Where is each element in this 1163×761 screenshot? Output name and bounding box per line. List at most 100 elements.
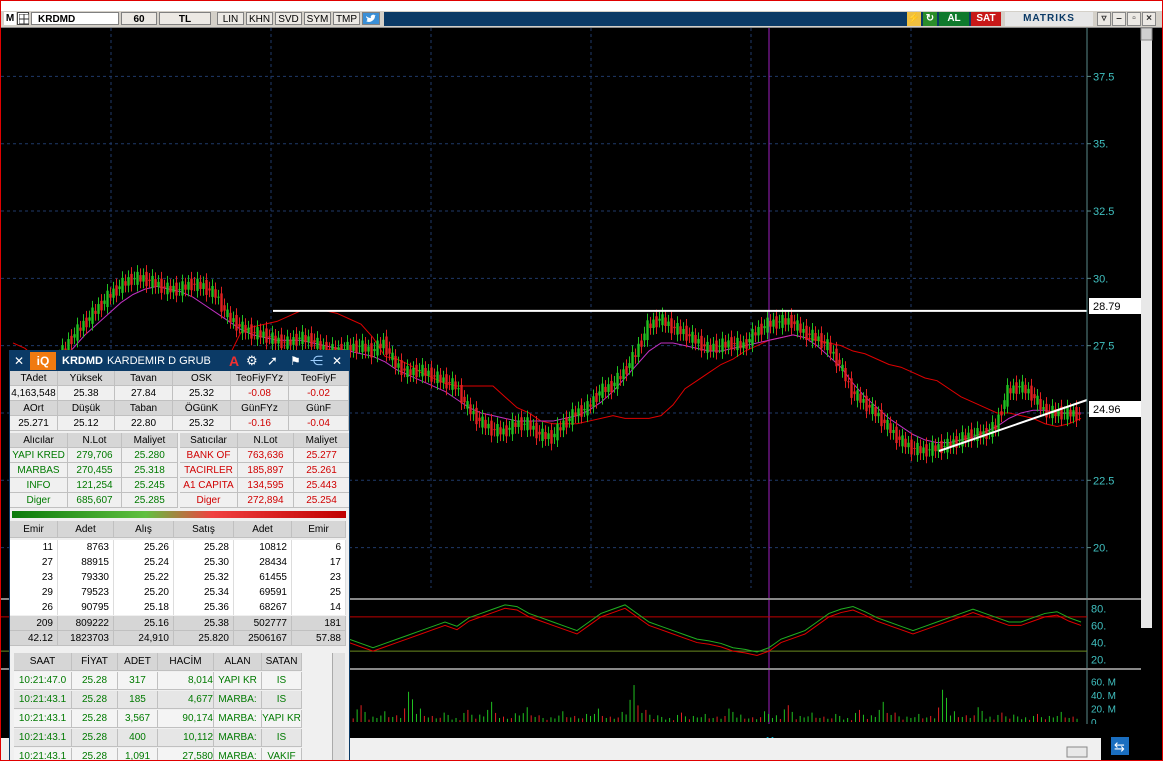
candle-body [388,348,391,354]
stat-header: Yüksek [58,371,115,386]
close-icon[interactable]: × [1142,12,1156,26]
share-icon[interactable]: ⋲ [310,353,323,369]
vertical-scrollbar[interactable] [1141,28,1152,628]
candle-body [943,445,946,447]
candle-body [706,341,709,353]
dropdown-icon[interactable]: ▿ [1097,12,1111,26]
candle-body [793,321,796,325]
gear-icon[interactable]: ⚙ [246,353,258,369]
flag-icon[interactable]: ⚑ [290,354,301,368]
candle-body [469,404,472,415]
candle-body [250,324,253,339]
candle-body [1018,386,1021,388]
alert-icon[interactable]: A [229,353,239,369]
candle-body [547,433,550,440]
sell-button[interactable]: SAT [971,12,1001,26]
candle-body [94,310,97,314]
trade-cell: IS [262,729,302,747]
osc-tick-label: 60. [1091,620,1106,632]
osc-tick-label: 40. [1091,638,1106,650]
minimize-icon[interactable]: – [1112,12,1126,26]
osc-tick-label: 80. [1091,603,1106,615]
candle-body [829,342,832,354]
candle-body [418,369,421,371]
tool-khn-button[interactable]: KHN [246,12,273,25]
candle-body [760,323,763,335]
candle-body [256,327,259,340]
trades-header: HACİM [158,653,214,671]
tool-svd-button[interactable]: SVD [275,12,302,25]
trade-cell: MARBA: [214,691,262,709]
candle-body [700,335,703,351]
candle-body [442,377,445,383]
depth-cell: 14 [292,600,346,615]
candle-body [1069,409,1072,417]
candle-body [586,401,589,416]
panel-close-icon[interactable]: ✕ [14,354,24,368]
candle-body [1012,385,1015,394]
candle-body [673,326,676,329]
candle-body [889,423,892,434]
candle-body [541,428,544,441]
candle-body [544,431,547,440]
candle-body [376,340,379,356]
candle-body [73,334,76,338]
tool-tmp-button[interactable]: TMP [333,12,360,25]
tool-lin-button[interactable]: LIN [217,12,244,25]
candle-body [904,438,907,448]
trade-cell: MARBA: [214,729,262,747]
buyer-cell: 25.285 [122,493,178,508]
currency-select[interactable]: TL [159,12,211,25]
scroll-up-arrow[interactable] [1140,27,1153,41]
stat-value: 27.84 [115,386,173,401]
refresh-icon[interactable]: ↻ [923,12,937,26]
symbol-input[interactable]: KRDMD [31,12,119,25]
depth-header: Emir [292,521,346,538]
candle-body [79,327,82,331]
depth-cell: 69591 [234,585,292,600]
candle-body [394,355,397,368]
trades-scrollbar[interactable] [332,653,345,760]
candle-body [352,343,355,351]
scroll-right-arrow[interactable] [1066,746,1088,758]
seller-cell: 272,894 [238,493,294,508]
candle-body [727,340,730,348]
candle-body [175,282,178,296]
candle-body [841,364,844,371]
candle-body [640,340,643,347]
twitter-icon[interactable] [362,12,380,25]
candle-body [97,304,100,314]
stat-header: GünF [289,401,349,416]
candle-body [991,421,994,437]
candle-body [208,288,211,291]
period-select[interactable]: 60 [121,12,157,25]
maximize-icon[interactable]: ▫ [1127,12,1141,26]
lightning-icon[interactable]: ⚡ [907,12,921,26]
candle-body [316,337,319,349]
trades-header: SAAT [14,653,72,671]
candle-body [868,404,871,408]
candle-body [382,339,385,349]
stat-header: Tavan [115,371,173,386]
candle-body [133,278,136,280]
panel-close-right-icon[interactable]: ✕ [332,354,342,368]
stock-info-panel[interactable]: ✕ iQ KRDMD KARDEMIR D GRUB A ⚙ ➚ ⚑ ⋲ ✕ TA… [9,350,350,760]
candle-body [1039,398,1042,410]
candle-body [595,393,598,402]
candle-body [850,378,853,398]
candle-body [571,409,574,425]
candle-body [871,403,874,415]
candle-body [103,300,106,304]
candle-body [736,337,739,351]
candle-body [718,345,721,347]
candle-body [451,378,454,390]
tool-sym-button[interactable]: SYM [304,12,331,25]
candle-body [1021,381,1024,393]
candle-body [607,384,610,392]
candle-body [370,343,373,358]
buy-button[interactable]: AL [939,12,969,26]
signal-icon[interactable]: ➚ [267,353,278,369]
candle-body [775,316,778,329]
buyers-header: Alıcılar [10,433,68,448]
seller-cell: A1 CAPITA [180,478,238,493]
